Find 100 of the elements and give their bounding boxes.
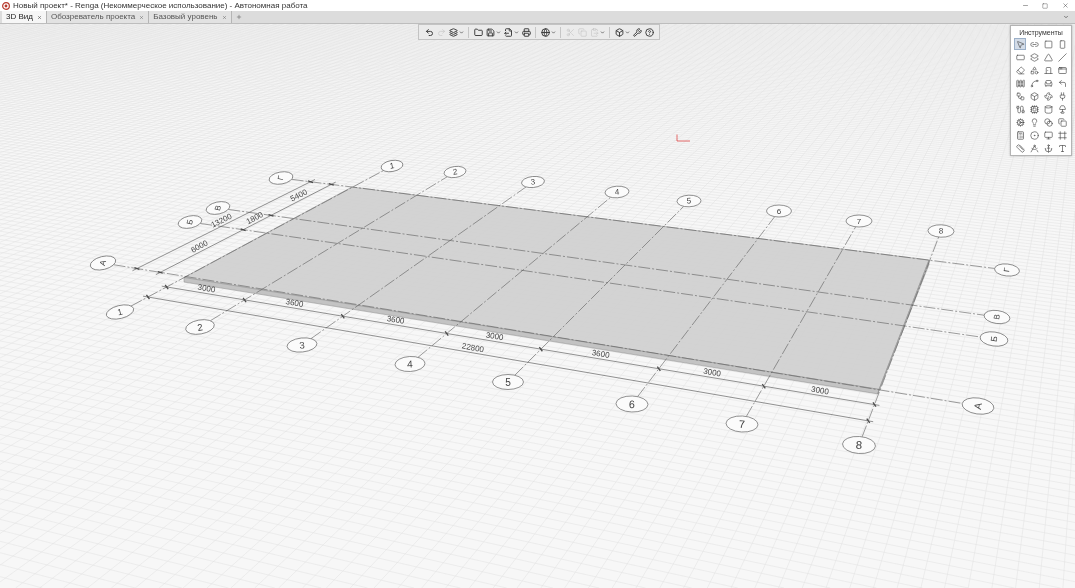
dimension-value: 3600 [285,297,305,309]
caret-icon[interactable] [1063,14,1069,20]
tab[interactable]: Базовый уровень [149,11,232,23]
curve-icon [1029,78,1039,88]
tool-button[interactable] [1056,142,1068,154]
tool-button[interactable] [1014,38,1026,50]
tool-button[interactable] [1056,64,1068,76]
tool-button[interactable] [1028,64,1040,76]
axis-label: 3 [530,177,536,187]
caret-icon [550,29,556,35]
lightbulb-icon [1029,117,1039,127]
axis-bubble [177,215,203,229]
tool-button[interactable] [1042,116,1054,128]
close-icon[interactable] [221,14,227,20]
axis-bubble [994,263,1020,277]
axis-bubble [979,331,1009,347]
tool-button[interactable] [1028,90,1040,102]
ruler-icon [1015,143,1025,153]
tool-button[interactable] [1042,51,1054,63]
axis-label: 4 [614,187,620,197]
compass-icon [1029,143,1039,153]
axis-bubble [106,304,134,320]
origin-marker-icon [676,134,691,142]
axis-label: 2 [196,321,204,333]
axis-label: 7 [856,216,862,226]
window-frame-icon [1057,65,1067,75]
cable-icon [1015,104,1025,114]
triangle-icon [1043,52,1053,62]
axis-label: Б [988,335,1000,343]
tool-button[interactable] [1014,64,1026,76]
tool-button[interactable] [1042,142,1054,154]
tool-button[interactable] [1042,129,1054,141]
chip-icon [1029,104,1039,114]
axis-bubble [766,204,792,218]
axis-bubble [615,395,649,413]
close-icon[interactable] [36,14,42,20]
tab[interactable]: 3D Вид [2,11,47,23]
shapes-icon [1029,65,1039,75]
axis-bubble [185,319,215,335]
tool-button[interactable] [1056,129,1068,141]
square-icon [1043,39,1053,49]
tool-button[interactable] [1056,77,1068,89]
axis-label: 4 [406,358,414,370]
tool-button[interactable] [1014,142,1026,154]
dimension-value: 22800 [461,341,485,355]
axis-bubble [394,356,426,372]
axis-label: 7 [738,417,746,431]
tool-button[interactable] [1042,103,1054,115]
tool-button[interactable] [1014,90,1026,102]
door-icon [1043,65,1053,75]
copy-icon [1057,117,1067,127]
axis-bubble [676,194,702,208]
axis-bubble [286,337,318,353]
axis-bubble [521,176,545,188]
link-icon [1029,39,1039,49]
tool-button[interactable] [1028,51,1040,63]
tool-button[interactable] [1056,103,1068,115]
axis-label: 3 [298,339,306,351]
tool-button[interactable] [1056,116,1068,128]
target-icon [1029,130,1039,140]
tool-button[interactable] [1042,90,1054,102]
tool-button[interactable] [1042,64,1054,76]
axis-label: Г [1002,267,1012,273]
axis-label: 6 [628,397,636,411]
calculator-icon [1015,130,1025,140]
tool-button[interactable] [1042,77,1054,89]
globe-button[interactable] [539,25,557,39]
lamp-icon [1057,104,1067,114]
tool-button[interactable] [1028,77,1040,89]
view-button[interactable] [613,25,631,39]
corner-arrow-icon [1057,78,1067,88]
text-icon [1057,143,1067,153]
axis-bubble [961,397,995,415]
tab[interactable]: Обозреватель проекта [46,11,150,23]
layers-button[interactable] [447,25,465,39]
dimension-value: 6000 [189,238,210,255]
tool-button[interactable] [1028,103,1040,115]
axis-bubble [492,374,524,390]
dimension-value: 3000 [196,282,216,295]
export-button[interactable] [502,25,520,39]
save-button[interactable] [484,25,502,39]
caret-icon [495,29,501,35]
eraser-icon [1015,65,1025,75]
plug-icon [1057,91,1067,101]
caret-icon [599,29,605,35]
tool-button[interactable] [1014,116,1026,128]
close-icon[interactable] [139,14,145,20]
armchair-icon [1043,78,1053,88]
tool-button[interactable] [1042,38,1054,50]
dimension-value: 5400 [288,187,309,204]
tool-button[interactable] [1056,51,1068,63]
tool-button[interactable] [1014,103,1026,115]
tool-button[interactable] [1028,129,1040,141]
axis-label: 1 [389,161,395,171]
axis-bubble [983,309,1011,325]
gear-icon [1015,117,1025,127]
tool-button[interactable] [1014,77,1026,89]
tool-button[interactable] [1028,142,1040,154]
tool-button[interactable] [1014,129,1026,141]
cube-icon [1029,91,1039,101]
